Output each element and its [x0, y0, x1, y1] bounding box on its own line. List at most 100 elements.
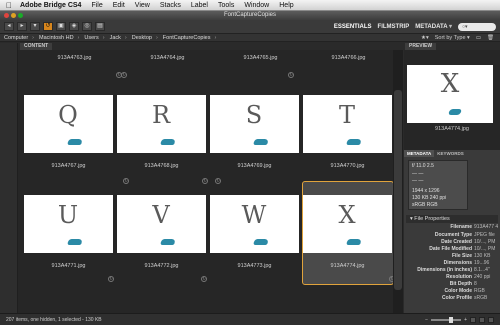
- handwritten-letter: R: [151, 101, 172, 129]
- crumb-users[interactable]: Users ›: [84, 35, 104, 41]
- property-value: 130 KB: [474, 253, 491, 259]
- minimize-window-icon[interactable]: [11, 13, 16, 18]
- menu-label[interactable]: Label: [191, 2, 208, 9]
- content-scrollbar[interactable]: [393, 50, 403, 313]
- menu-window[interactable]: Window: [244, 2, 269, 9]
- thumbnail-image[interactable]: T: [303, 95, 392, 153]
- sort-dropdown[interactable]: Sort by Type ▾: [435, 35, 470, 41]
- rotate-icon[interactable]: ↻: [201, 276, 207, 282]
- thumbnail-image[interactable]: S: [210, 95, 299, 153]
- grid-view-button[interactable]: [470, 316, 476, 323]
- status-bar: 207 items, one hidden, 1 selected - 130 …: [0, 313, 500, 325]
- pen-shadow: [447, 109, 463, 115]
- file-properties-header[interactable]: ▾ File Properties: [406, 215, 498, 223]
- crumb-desktop[interactable]: Desktop ›: [132, 35, 158, 41]
- menu-stacks[interactable]: Stacks: [160, 2, 181, 9]
- close-window-icon[interactable]: [4, 13, 9, 18]
- folder-menu-button[interactable]: ▾: [30, 22, 40, 31]
- rotate-icon[interactable]: ↻: [288, 72, 294, 78]
- zoom-out-icon[interactable]: −: [425, 317, 428, 323]
- property-key: Color Mode: [444, 288, 473, 294]
- thumbnail-filename: 913A4766.jpg: [331, 55, 366, 61]
- crumb-label: Desktop: [131, 34, 152, 41]
- menu-edit[interactable]: Edit: [113, 2, 125, 9]
- camera-size: 130 KB 240 ppi: [412, 195, 447, 201]
- property-row: File Size 130 KB: [406, 253, 498, 260]
- workspace-filmstrip[interactable]: FILMSTRIP: [378, 24, 410, 30]
- pen-shadow: [345, 239, 363, 245]
- boomerang-button[interactable]: ↺: [43, 22, 53, 31]
- workspace-essentials[interactable]: ESSENTIALS: [334, 24, 372, 30]
- crumb-label: Jack: [109, 34, 121, 41]
- thumbnail-size-slider[interactable]: [431, 316, 462, 323]
- open-in-camera-raw-button[interactable]: ◎: [82, 22, 92, 31]
- preview-panel-tab[interactable]: PREVIEW: [405, 43, 437, 50]
- star-filter-icon[interactable]: ★▾: [421, 35, 429, 41]
- content-panel-tab[interactable]: CONTENT: [20, 43, 53, 50]
- list-view-button[interactable]: [488, 316, 494, 323]
- get-photos-button[interactable]: ▣: [56, 22, 66, 31]
- app-menu[interactable]: Adobe Bridge CS4: [20, 2, 81, 9]
- camera-row: — —: [412, 178, 424, 184]
- thumbnail-image[interactable]: V: [117, 195, 206, 253]
- output-button[interactable]: ▤: [95, 22, 105, 31]
- menu-help[interactable]: Help: [279, 2, 293, 9]
- workspace-metadata[interactable]: METADATA ▾: [415, 23, 452, 30]
- collapsed-left-panel[interactable]: [0, 43, 18, 313]
- scrollbar-thumb[interactable]: [394, 90, 402, 290]
- apple-menu-icon[interactable]: : [6, 1, 12, 10]
- thumbnail-image[interactable]: Q: [24, 95, 113, 153]
- property-key: Resolution: [446, 274, 472, 280]
- property-row: Filename913A477 4.jpg: [406, 224, 498, 231]
- crumb-label: FontCaptureCopies: [162, 34, 211, 41]
- thumbnail-filename: 913A4774.jpg: [330, 263, 365, 269]
- rotate-icon[interactable]: ↻: [202, 178, 208, 184]
- menu-file[interactable]: File: [91, 2, 102, 9]
- rotate-icon[interactable]: ↻: [108, 276, 114, 282]
- workspace-metadata-label: METADATA: [415, 24, 448, 30]
- pen-shadow: [66, 139, 84, 145]
- preview-image[interactable]: X: [407, 65, 493, 123]
- menu-tools[interactable]: Tools: [218, 2, 234, 9]
- handwritten-letter: X: [338, 201, 357, 229]
- property-key: Filename: [450, 224, 472, 230]
- crumb-fontcapturecopies[interactable]: FontCaptureCopies ›: [163, 35, 217, 41]
- zoom-window-icon[interactable]: [18, 13, 23, 18]
- rotate-icon[interactable]: ↻: [123, 178, 129, 184]
- property-key: Dimensions (in inches): [417, 267, 472, 273]
- thumbnail-filename: 913A4765.jpg: [243, 55, 278, 61]
- pen-shadow: [159, 139, 177, 145]
- rotate-icon[interactable]: ↻: [121, 72, 127, 78]
- tab-metadata[interactable]: METADATA: [404, 150, 435, 157]
- back-button[interactable]: ◂: [4, 22, 14, 31]
- zoom-in-icon[interactable]: +: [464, 317, 467, 323]
- property-value: 240 ppi: [474, 274, 491, 280]
- property-value: RGB: [474, 288, 485, 294]
- details-view-button[interactable]: [479, 316, 485, 323]
- window-controls: [4, 13, 23, 18]
- rotate-icon[interactable]: ↻: [215, 178, 221, 184]
- crumb-macintosh-hd[interactable]: Macintosh HD ›: [39, 35, 79, 41]
- thumbnail-image[interactable]: X: [303, 195, 392, 253]
- thumbnail-image[interactable]: W: [210, 195, 299, 253]
- slider-knob[interactable]: [449, 316, 454, 323]
- thumbnail-filename: 913A4763.jpg: [57, 55, 92, 61]
- forward-button[interactable]: ▸: [17, 22, 27, 31]
- refine-button[interactable]: ◈: [69, 22, 79, 31]
- menu-view[interactable]: View: [135, 2, 150, 9]
- crumb-computer[interactable]: Computer ›: [4, 35, 34, 41]
- property-row: Color Profile sRGB: [406, 295, 498, 302]
- workspace-switcher: ESSENTIALS FILMSTRIP METADATA ▾ ○▾: [334, 22, 496, 31]
- pen-shadow: [252, 139, 270, 145]
- new-folder-icon[interactable]: ▭: [476, 35, 481, 41]
- crumb-jack[interactable]: Jack ›: [110, 35, 127, 41]
- trash-icon[interactable]: 🗑: [487, 35, 494, 41]
- crumb-label: Computer: [4, 34, 29, 41]
- search-input[interactable]: ○▾: [458, 22, 496, 31]
- thumbnail-image[interactable]: U: [24, 195, 113, 253]
- thumbnail-image[interactable]: R: [117, 95, 206, 153]
- preview-panel: X 913A4774.jpg: [404, 50, 500, 150]
- tab-keywords[interactable]: KEYWORDS: [434, 150, 467, 157]
- handwritten-letter: V: [152, 201, 171, 229]
- property-key: Dimensions: [443, 260, 472, 266]
